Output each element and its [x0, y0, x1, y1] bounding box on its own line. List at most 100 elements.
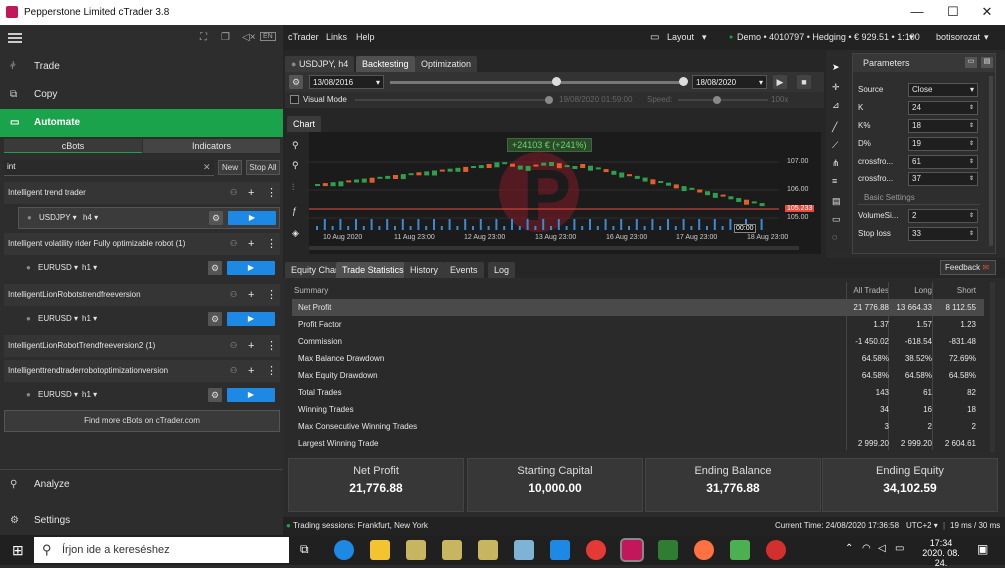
- start-date-input[interactable]: 13/08/2016 ▾: [309, 75, 384, 89]
- instances-icon[interactable]: ⚇: [230, 182, 237, 204]
- settings-gear-icon[interactable]: ⚙: [289, 75, 303, 89]
- screenshot-icon[interactable]: ⛶: [200, 32, 207, 43]
- menu-links[interactable]: Links: [326, 25, 347, 50]
- play-button[interactable]: ▶: [227, 261, 275, 275]
- chart-horizontal-scrollbar[interactable]: [309, 246, 799, 250]
- add-instance-icon[interactable]: +: [248, 182, 254, 204]
- instances-icon[interactable]: ⚇: [230, 284, 237, 306]
- crossfrom-1-input[interactable]: 61 ⇕: [908, 155, 978, 169]
- hamburger-menu-icon[interactable]: [8, 33, 22, 43]
- timeframe-select[interactable]: h1 ▾: [82, 386, 97, 404]
- menu-help[interactable]: Help: [356, 25, 375, 50]
- stop-all-button[interactable]: Stop All: [246, 160, 280, 175]
- timeframe-select[interactable]: h1 ▾: [82, 310, 97, 328]
- detach-icon[interactable]: ❐: [221, 32, 230, 43]
- table-row[interactable]: Profit Factor 1.37 1.57 1.23: [292, 316, 984, 333]
- source-select[interactable]: Close ▾: [908, 83, 978, 97]
- stop-icon[interactable]: ■: [797, 75, 811, 89]
- tab-instance[interactable]: ● USDJPY, h4: [285, 56, 355, 72]
- tab-log[interactable]: Log: [488, 262, 516, 278]
- dpct-input[interactable]: 19 ⇕: [908, 137, 978, 151]
- add-instance-icon[interactable]: +: [248, 335, 254, 357]
- play-icon[interactable]: ▶: [773, 75, 787, 89]
- gear-icon[interactable]: ⚙: [208, 388, 222, 402]
- cbot-row[interactable]: IntelligentLionRobotstrendfreeversion ⚇ +…: [4, 284, 280, 306]
- add-instance-icon[interactable]: +: [248, 284, 254, 306]
- more-icon[interactable]: ⋮: [266, 233, 277, 255]
- play-button[interactable]: ▶: [228, 211, 276, 225]
- wifi-icon[interactable]: ◠: [862, 543, 871, 554]
- crosshair-icon[interactable]: ✛: [832, 82, 840, 93]
- nav-automate[interactable]: ▭ Automate: [0, 109, 283, 137]
- cbot-search-input[interactable]: int: [4, 160, 214, 176]
- cbot-instance[interactable]: ● EURUSD ▾ h1 ▾ ⚙ ▶: [18, 385, 280, 407]
- more-icon[interactable]: ⋮: [266, 360, 277, 382]
- firefox-icon[interactable]: [694, 540, 714, 560]
- stop-loss-input[interactable]: 33 ⇕: [908, 227, 978, 241]
- end-date-input[interactable]: 18/08/2020 ▾: [692, 75, 767, 89]
- params-scrollbar[interactable]: [989, 76, 993, 246]
- more-icon[interactable]: ⋮: [266, 182, 277, 204]
- find-more-cbots-button[interactable]: Find more cBots on cTrader.com: [4, 410, 280, 432]
- close-button[interactable]: ✕: [970, 2, 1004, 22]
- table-row[interactable]: Max Balance Drawdown 64.58% 38.52% 72.69%: [292, 350, 984, 367]
- opera-icon[interactable]: [766, 540, 786, 560]
- cbot-instance[interactable]: ● EURUSD ▾ h1 ▾ ⚙ ▶: [18, 309, 280, 331]
- ctrader-taskbar-icon[interactable]: [620, 538, 644, 562]
- symbol-select[interactable]: EURUSD ▾: [38, 386, 78, 404]
- tab-history[interactable]: History: [404, 262, 445, 278]
- media-player-icon[interactable]: [658, 540, 678, 560]
- tab-chart[interactable]: Chart: [287, 116, 322, 132]
- nav-analyze[interactable]: ⚲ Analyze: [0, 471, 283, 499]
- cbot-instance[interactable]: ● USDJPY ▾ h4 ▾ ⚙ ▶: [18, 207, 280, 229]
- load-params-icon[interactable]: ▤: [981, 57, 993, 68]
- timeframe-select[interactable]: h4 ▾: [83, 209, 98, 227]
- instances-icon[interactable]: ⚇: [230, 360, 237, 382]
- table-row[interactable]: Net Profit 21 776.88 13 664.33 8 112.55: [292, 299, 984, 316]
- timeframe-select[interactable]: h1 ▾: [82, 259, 97, 277]
- file-explorer-icon[interactable]: [370, 540, 390, 560]
- cbot-row[interactable]: IntelligentLionRobotTrendfreeversion2 (1…: [4, 335, 280, 357]
- tab-trade-statistics[interactable]: Trade Statistics: [336, 262, 410, 278]
- table-row[interactable]: Total Trades 143 61 82: [292, 384, 984, 401]
- minimize-button[interactable]: —: [900, 2, 934, 22]
- nav-copy[interactable]: ⧉ Copy: [0, 81, 283, 109]
- battery-icon[interactable]: ▭: [895, 543, 904, 554]
- shapes-icon[interactable]: ◌: [832, 232, 837, 242]
- tab-cbots[interactable]: cBots: [4, 139, 142, 153]
- k-input[interactable]: 24 ⇕: [908, 101, 978, 115]
- gear-icon[interactable]: ⚙: [208, 261, 222, 275]
- instances-icon[interactable]: ⚇: [230, 233, 237, 255]
- ray-icon[interactable]: ⟋: [832, 140, 838, 151]
- nav-trade[interactable]: ⫩ Trade: [0, 53, 283, 81]
- more-icon[interactable]: ⋮: [266, 284, 277, 306]
- shape-icon[interactable]: ▭: [832, 214, 841, 225]
- table-row[interactable]: Max Equity Drawdown 64.58% 64.58% 64.58%: [292, 367, 984, 384]
- trendline-icon[interactable]: ╱: [832, 122, 837, 133]
- tab-backtesting[interactable]: Backtesting: [356, 56, 415, 72]
- cbot-row[interactable]: Intelligenttrendtraderrobotoptimizationv…: [4, 360, 280, 382]
- menu-ctrader[interactable]: cTrader: [288, 25, 319, 50]
- instances-icon[interactable]: ⚇: [230, 335, 237, 357]
- save-params-icon[interactable]: ▭: [965, 57, 977, 68]
- cursor-icon[interactable]: ➤: [832, 62, 840, 73]
- app-icon-2[interactable]: [442, 540, 462, 560]
- zoom-out-icon[interactable]: ⚲: [292, 160, 299, 171]
- table-row[interactable]: Max Consecutive Winning Trades 3 2 2: [292, 418, 984, 435]
- cbot-instance[interactable]: ● EURUSD ▾ h1 ▾ ⚙ ▶: [18, 258, 280, 280]
- add-instance-icon[interactable]: +: [248, 233, 254, 255]
- tray-chevron-icon[interactable]: ⌃: [845, 543, 853, 554]
- user-menu[interactable]: botisorozat: [936, 25, 980, 50]
- taskbar-search-input[interactable]: ⚲ Írjon ide a kereséshez: [34, 537, 289, 563]
- layout-menu[interactable]: Layout: [667, 25, 694, 50]
- feedback-button[interactable]: Feedback ✉: [940, 260, 996, 275]
- new-cbot-button[interactable]: New: [218, 160, 242, 175]
- windows-start-icon[interactable]: ⊞: [12, 542, 24, 559]
- play-button[interactable]: ▶: [227, 312, 275, 326]
- zoom-in-icon[interactable]: ⚲: [292, 140, 299, 151]
- store-icon[interactable]: [730, 540, 750, 560]
- app-icon-4[interactable]: [514, 540, 534, 560]
- visual-progress-handle[interactable]: [545, 96, 553, 104]
- range-start-handle[interactable]: [552, 77, 561, 86]
- layers-icon[interactable]: ◈: [292, 228, 299, 239]
